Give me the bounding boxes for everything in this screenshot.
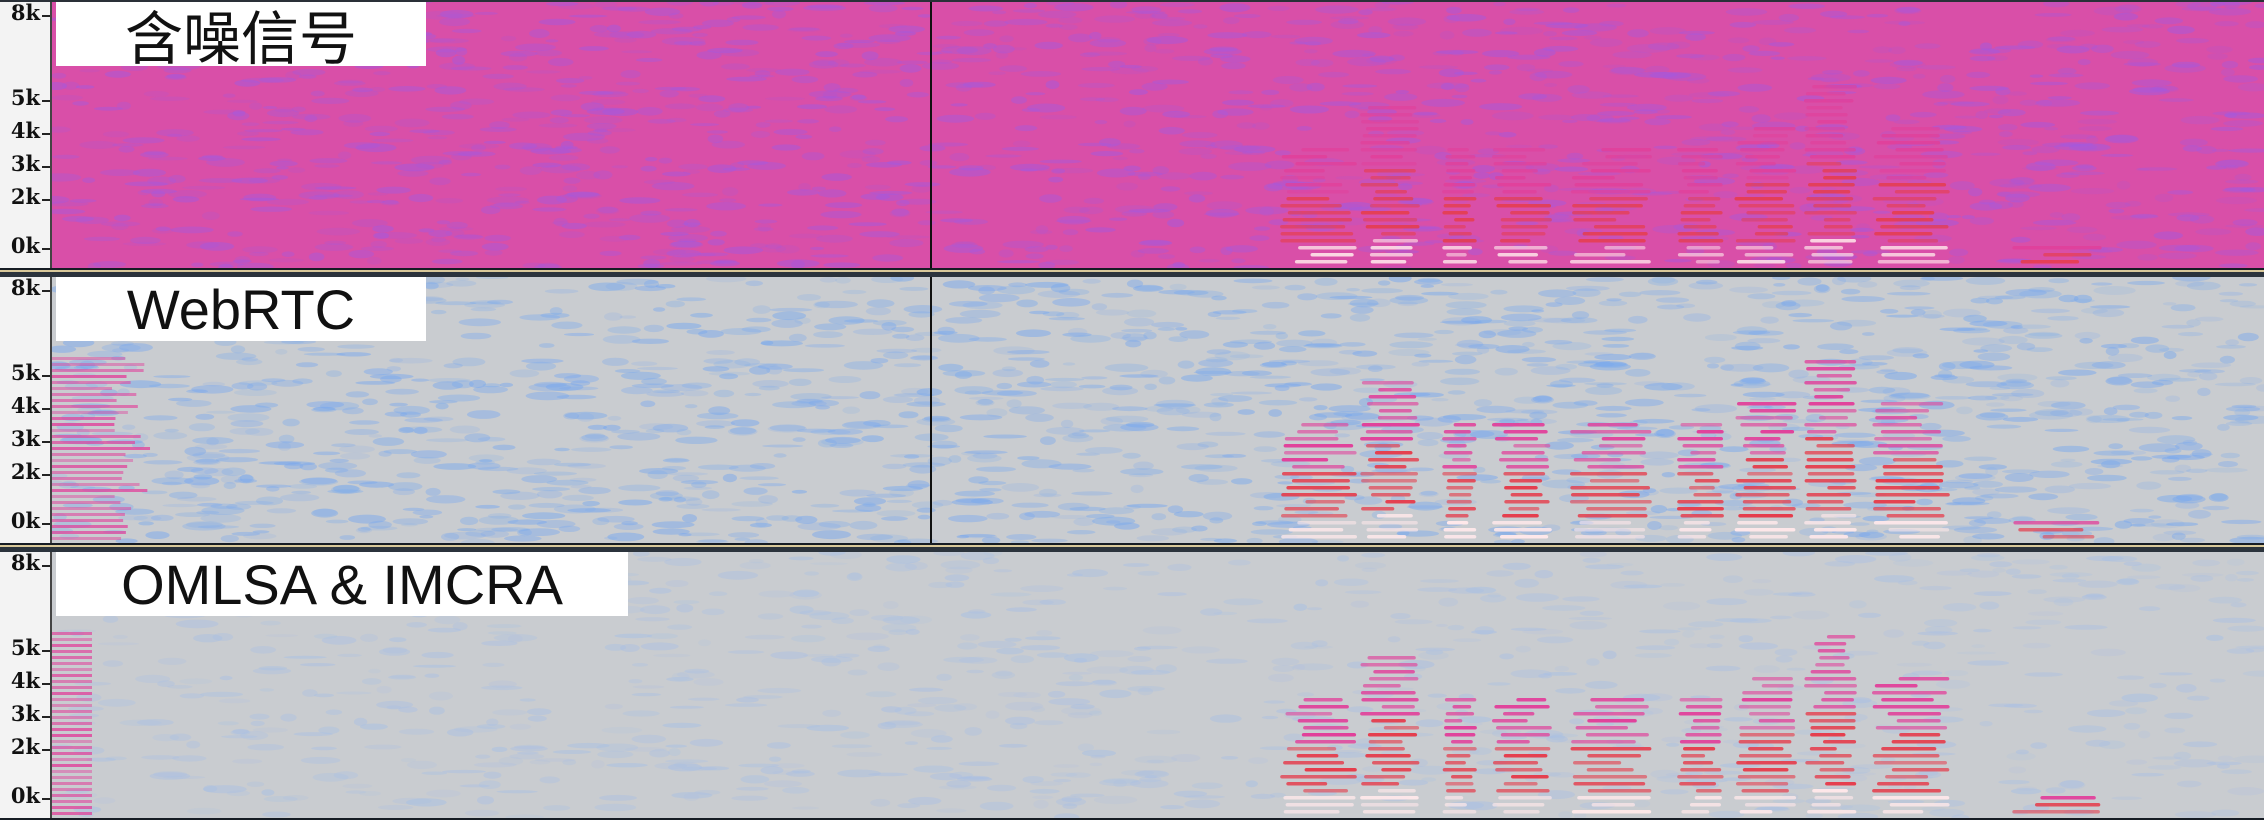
tick-label: 4k bbox=[10, 668, 40, 693]
tick-label: 4k bbox=[10, 118, 40, 143]
track-label: WebRTC bbox=[56, 277, 426, 341]
tick-label: 2k bbox=[10, 184, 40, 209]
track-label: OMLSA & IMCRA bbox=[56, 552, 628, 616]
tick-label: 5k bbox=[10, 360, 40, 385]
spectrogram-view: 8k 5k 4k 3k 2k 0k 含噪信号 8k 5k 4k 3k 2k 0k… bbox=[0, 0, 2264, 820]
frequency-ruler: 8k 5k 4k 3k 2k 0k bbox=[0, 275, 52, 543]
tick-label: 8k bbox=[10, 550, 40, 575]
tick-label: 5k bbox=[10, 635, 40, 660]
track-omlsa-imcra[interactable]: 8k 5k 4k 3k 2k 0k OMLSA & IMCRA bbox=[0, 550, 2264, 818]
tick-label: 4k bbox=[10, 393, 40, 418]
tick-label: 8k bbox=[10, 0, 40, 25]
tick-label: 5k bbox=[10, 85, 40, 110]
tick-label: 3k bbox=[10, 701, 40, 726]
tick-label: 2k bbox=[10, 459, 40, 484]
tick-label: 3k bbox=[10, 151, 40, 176]
tick-label: 0k bbox=[10, 783, 40, 808]
frequency-ruler: 8k 5k 4k 3k 2k 0k bbox=[0, 0, 52, 268]
track-label: 含噪信号 bbox=[56, 2, 426, 73]
tick-label: 2k bbox=[10, 734, 40, 759]
frequency-ruler: 8k 5k 4k 3k 2k 0k bbox=[0, 550, 52, 818]
tick-label: 0k bbox=[10, 508, 40, 533]
tick-label: 3k bbox=[10, 426, 40, 451]
tick-label: 0k bbox=[10, 233, 40, 258]
tick-label: 8k bbox=[10, 275, 40, 300]
track-noisy[interactable]: 8k 5k 4k 3k 2k 0k 含噪信号 bbox=[0, 0, 2264, 268]
track-webrtc[interactable]: 8k 5k 4k 3k 2k 0k WebRTC bbox=[0, 275, 2264, 543]
playback-cursor[interactable] bbox=[930, 2, 932, 268]
playback-cursor[interactable] bbox=[930, 277, 932, 543]
